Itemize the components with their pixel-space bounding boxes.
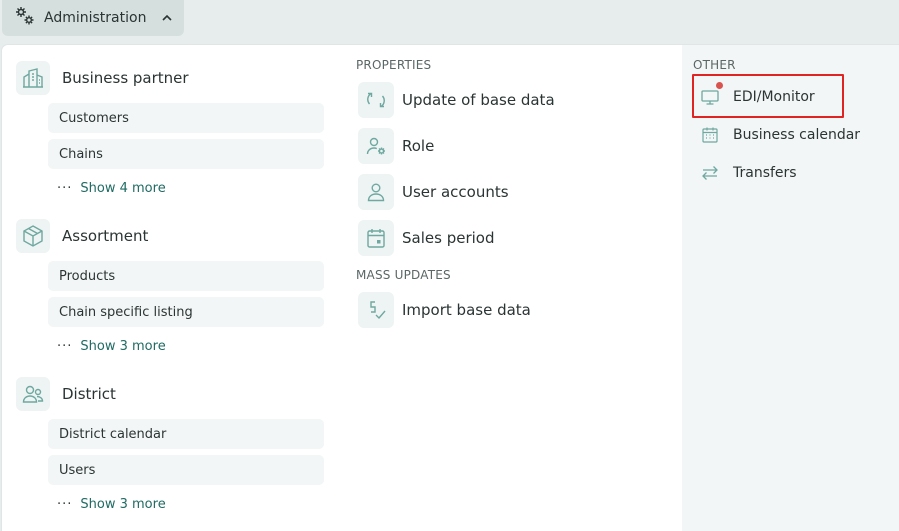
properties-heading: PROPERTIES (356, 58, 432, 72)
menu-item-update-of-base-data[interactable]: Update of base data (358, 82, 555, 118)
menu-item-label: Chain specific listing (59, 304, 193, 320)
section-district: District (16, 377, 116, 411)
menu-item-sales-period[interactable]: Sales period (358, 220, 494, 256)
show-more-label: Show 3 more (80, 497, 166, 512)
users-icon (16, 377, 50, 411)
show-more-assortment[interactable]: ··· Show 3 more (57, 339, 166, 354)
box-icon (16, 219, 50, 253)
more-dots-icon: ··· (57, 181, 73, 196)
menu-item-label: User accounts (402, 183, 509, 201)
show-more-label: Show 4 more (80, 181, 166, 196)
menu-item-users[interactable]: Users (48, 455, 324, 485)
top-bar: Administration (0, 0, 899, 44)
menu-item-label: Users (59, 462, 96, 478)
section-title-assortment: Assortment (62, 227, 149, 245)
more-dots-icon: ··· (57, 497, 73, 512)
menu-item-transfers[interactable]: Transfers (700, 163, 797, 183)
administration-menu-button[interactable]: Administration (2, 0, 184, 36)
menu-item-import-base-data[interactable]: Import base data (358, 292, 531, 328)
menu-item-label: Role (402, 137, 435, 155)
administration-label: Administration (44, 10, 147, 26)
mass-updates-heading: MASS UPDATES (356, 268, 451, 282)
user-gear-icon (358, 128, 394, 164)
menu-item-label: Products (59, 268, 116, 284)
section-title-business-partner: Business partner (62, 69, 189, 87)
menu-item-customers[interactable]: Customers (48, 103, 324, 133)
menu-item-label: Import base data (402, 301, 531, 319)
menu-item-label: Transfers (733, 165, 797, 181)
show-more-district[interactable]: ··· Show 3 more (57, 497, 166, 512)
menu-item-district-calendar[interactable]: District calendar (48, 419, 324, 449)
show-more-label: Show 3 more (80, 339, 166, 354)
building-icon (16, 61, 50, 95)
calendar-icon (700, 125, 720, 145)
menu-item-label: Chains (59, 146, 103, 162)
menu-item-chains[interactable]: Chains (48, 139, 324, 169)
other-heading: OTHER (693, 58, 736, 72)
edi-monitor-highlight (692, 74, 844, 118)
transfer-icon (700, 163, 720, 183)
menu-item-user-accounts[interactable]: User accounts (358, 174, 509, 210)
section-business-partner: Business partner (16, 61, 189, 95)
menu-item-label: Business calendar (733, 127, 861, 143)
menu-item-products[interactable]: Products (48, 261, 324, 291)
chevron-up-icon (160, 11, 174, 25)
menu-item-role[interactable]: Role (358, 128, 434, 164)
menu-item-label: Customers (59, 110, 129, 126)
sync-icon (358, 82, 394, 118)
gears-icon (14, 5, 36, 31)
user-icon (358, 174, 394, 210)
menu-item-label: Update of base data (402, 91, 555, 109)
menu-item-label: Sales period (402, 229, 495, 247)
menu-item-business-calendar[interactable]: Business calendar (700, 125, 860, 145)
section-title-district: District (62, 385, 116, 403)
section-assortment: Assortment (16, 219, 148, 253)
menu-item-label: District calendar (59, 426, 167, 442)
import-icon (358, 292, 394, 328)
menu-item-chain-specific-listing[interactable]: Chain specific listing (48, 297, 324, 327)
more-dots-icon: ··· (57, 339, 73, 354)
show-more-business-partner[interactable]: ··· Show 4 more (57, 181, 166, 196)
calendar-icon (358, 220, 394, 256)
